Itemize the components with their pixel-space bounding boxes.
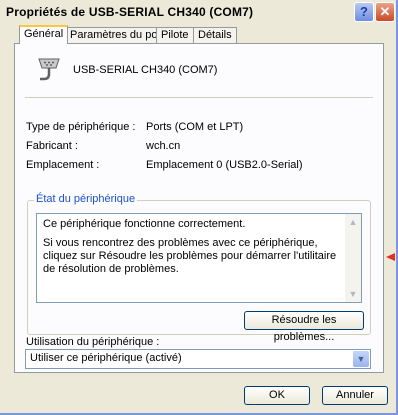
manufacturer-value: wch.cn	[146, 140, 181, 152]
cancel-button[interactable]: Annuler	[322, 386, 388, 405]
tab-general[interactable]: Général	[19, 25, 69, 44]
device-type-value: Ports (COM et LPT)	[146, 121, 244, 133]
properties-dialog: Propriétés de USB-SERIAL CH340 (COM7) ? …	[0, 0, 398, 415]
window-title: Propriétés de USB-SERIAL CH340 (COM7)	[6, 5, 254, 19]
ok-button[interactable]: OK	[244, 386, 310, 405]
location-value: Emplacement 0 (USB2.0-Serial)	[146, 159, 303, 171]
help-icon: ?	[360, 4, 368, 19]
device-status-group: État du périphérique Ce périphérique fon…	[27, 193, 371, 343]
device-status-text[interactable]: Ce périphérique fonctionne correctement.…	[36, 213, 362, 303]
device-usage-value: Utiliser ce périphérique (activé)	[30, 352, 182, 364]
scroll-up-icon[interactable]: ▲	[346, 215, 360, 229]
device-status-legend: État du périphérique	[34, 193, 138, 205]
tab-details[interactable]: Détails	[193, 27, 237, 43]
close-icon: ✕	[379, 4, 391, 19]
general-tab-panel: USB-SERIAL CH340 (COM7) Type de périphér…	[14, 43, 384, 373]
scroll-down-icon[interactable]: ▼	[346, 287, 360, 301]
manufacturer-label: Fabricant :	[26, 140, 78, 152]
separator	[25, 97, 373, 98]
tab-driver[interactable]: Pilote	[156, 27, 194, 43]
location-label: Emplacement :	[26, 159, 100, 171]
title-bar[interactable]: Propriétés de USB-SERIAL CH340 (COM7) ? …	[0, 0, 396, 24]
device-type-label: Type de périphérique :	[26, 121, 136, 133]
chevron-down-icon[interactable]: ▼	[353, 351, 369, 367]
serial-port-icon	[38, 58, 60, 81]
troubleshoot-button[interactable]: Résoudre les problèmes...	[244, 311, 364, 343]
tab-port-settings[interactable]: Paramètres du port	[65, 27, 170, 43]
status-scrollbar[interactable]: ▲ ▼	[345, 214, 361, 302]
close-button[interactable]: ✕	[375, 2, 395, 22]
help-button[interactable]: ?	[354, 2, 374, 22]
device-usage-select[interactable]: Utiliser ce périphérique (activé) ▼	[25, 349, 371, 369]
device-name: USB-SERIAL CH340 (COM7)	[73, 64, 218, 76]
status-line-2: Si vous rencontrez des problèmes avec ce…	[43, 237, 337, 275]
status-line-1: Ce périphérique fonctionne correctement.	[43, 218, 246, 230]
device-usage-label: Utilisation du périphérique :	[26, 336, 160, 348]
annotation-arrow-icon	[386, 253, 395, 261]
